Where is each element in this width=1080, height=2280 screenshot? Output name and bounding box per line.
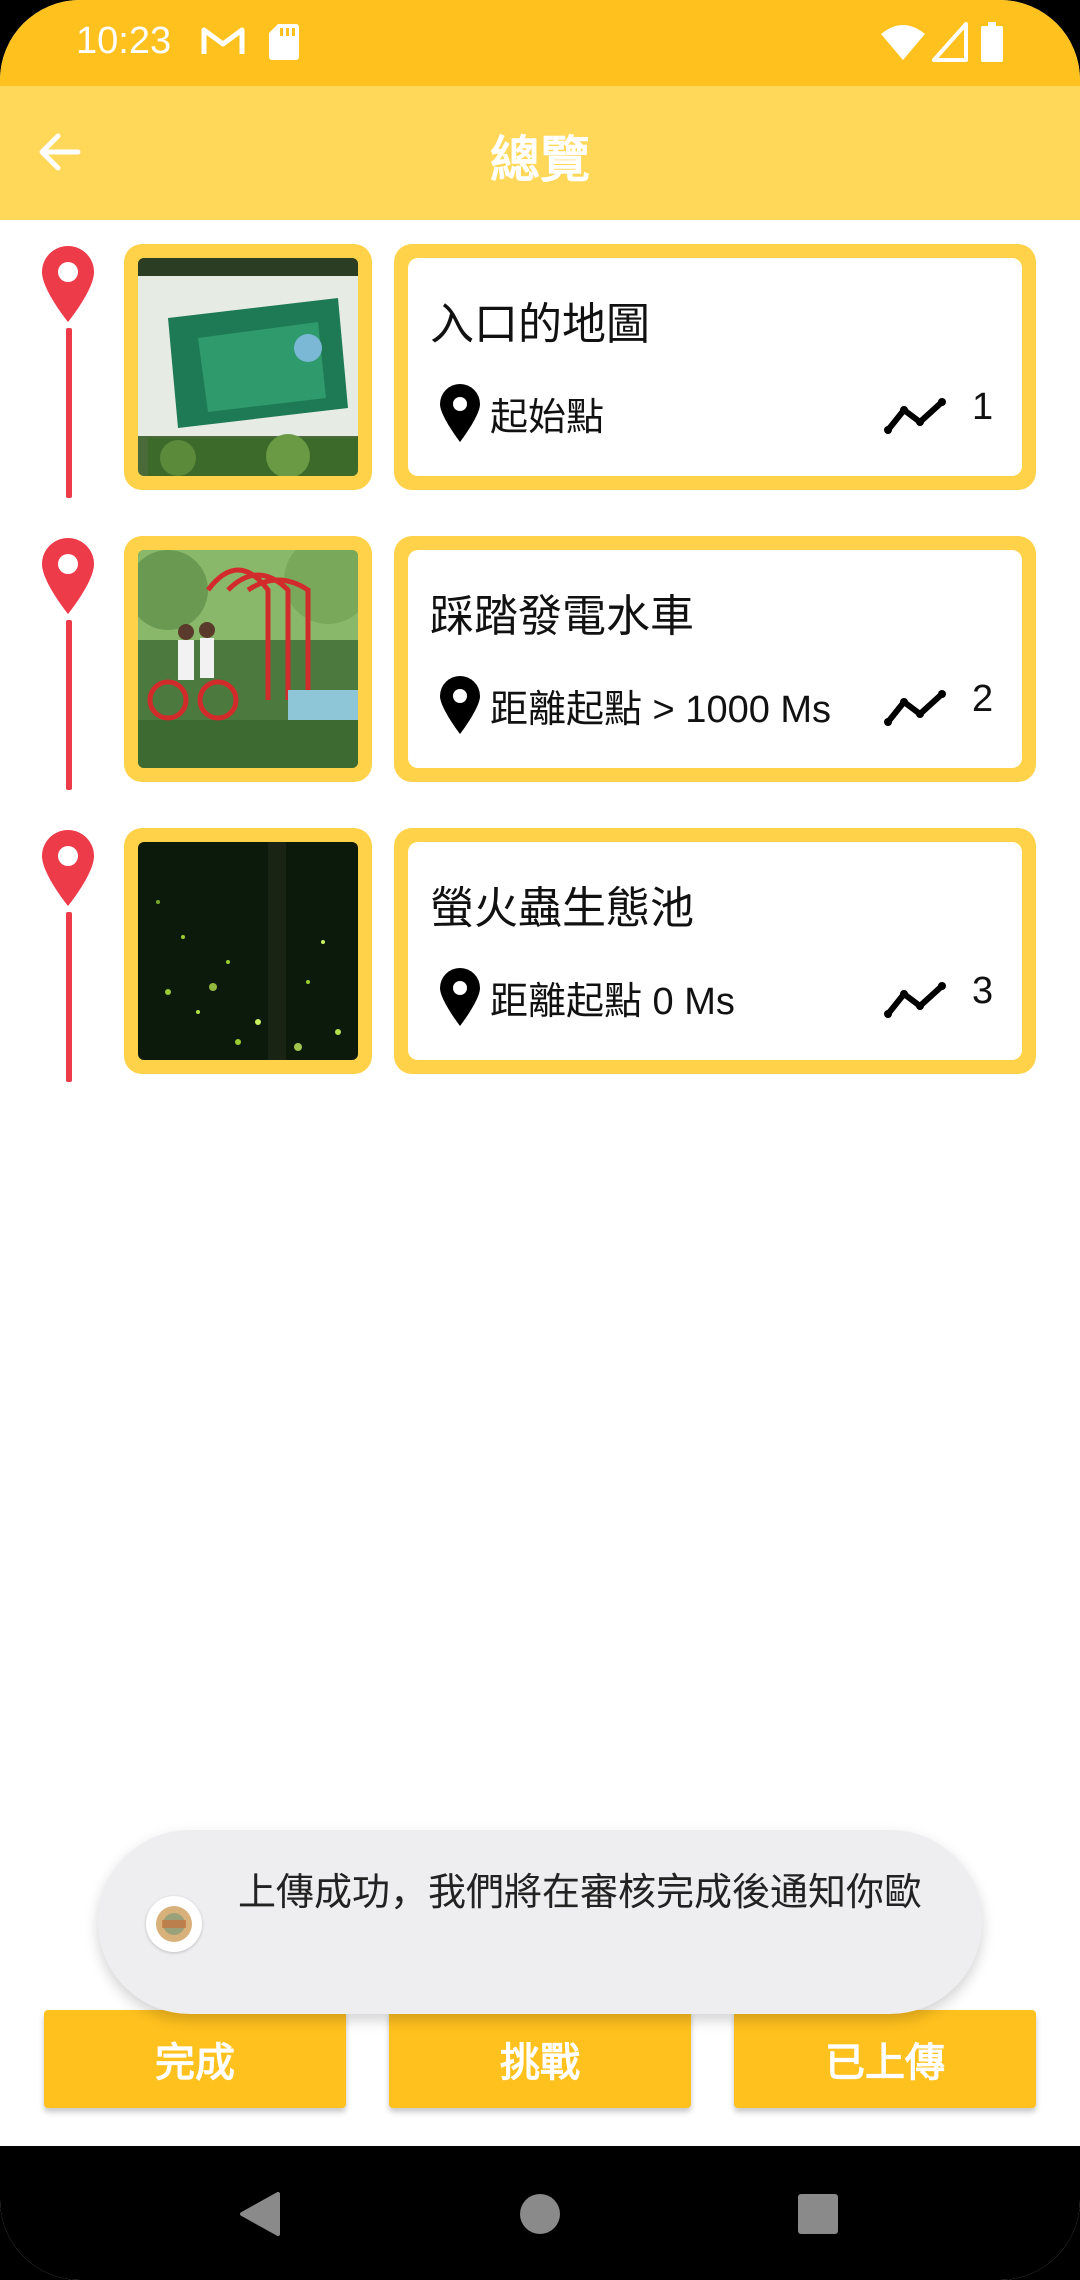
gmail-icon [201,27,245,54]
nav-recents-button[interactable] [786,2182,850,2246]
place-distance: 距離起點 0 Ms [490,981,735,1023]
place-order: 1 [972,386,994,428]
place-card-frame[interactable]: 入口的地圖 起始點 1 [394,244,1036,490]
map-pin-icon [42,246,94,322]
list-item[interactable]: 螢火蟲生態池 距離起點 0 Ms 3 [0,828,1080,1120]
timeline-line [66,328,72,498]
nav-back-button[interactable] [228,2182,292,2246]
place-distance: 距離起點 > 1000 Ms [490,689,832,731]
trending-icon [884,982,946,1018]
place-card-frame[interactable]: 螢火蟲生態池 距離起點 0 Ms 3 [394,828,1036,1074]
place-order: 3 [972,970,994,1012]
thumbnail-frame[interactable] [124,244,372,490]
screen: 10:23 總覽 入口的地圖 起始點 1 踩踏發電水車 距離起點 > 1000 … [0,0,1080,2280]
place-card[interactable]: 螢火蟲生態池 距離起點 0 Ms 3 [408,842,1022,1060]
timeline-marker [36,828,100,1088]
app-bar: 總覽 [0,86,1080,220]
timeline-line [66,620,72,790]
place-distance: 起始點 [490,397,605,439]
firefly-night-photo [138,842,358,1060]
trending-icon [884,398,946,434]
nav-home-button[interactable] [508,2182,572,2246]
list-item[interactable]: 入口的地圖 起始點 1 [0,244,1080,536]
timeline-line [66,912,72,1082]
back-triangle-icon [240,2192,280,2236]
place-card-frame[interactable]: 踩踏發電水車 距離起點 > 1000 Ms 2 [394,536,1036,782]
location-pin-icon [440,676,480,734]
uploaded-button[interactable]: 已上傳 [734,2010,1036,2108]
place-card[interactable]: 入口的地圖 起始點 1 [408,258,1022,476]
status-bar: 10:23 [0,0,1080,86]
toast: 上傳成功，我們將在審核完成後通知你歐 [98,1830,982,2014]
place-title: 螢火蟲生態池 [430,883,694,934]
navigation-bar [0,2146,1080,2280]
location-pin-icon [440,384,480,442]
park-map-photo [138,258,358,476]
pedal-bicycle-photo [138,550,358,768]
recents-square-icon [798,2194,838,2234]
timeline-marker [36,244,100,504]
battery-icon [981,22,1003,62]
map-pin-icon [42,830,94,906]
place-title: 入口的地圖 [430,299,650,350]
location-pin-icon [440,968,480,1026]
map-pin-icon [42,538,94,614]
thumbnail-frame[interactable] [124,536,372,782]
status-time: 10:23 [76,20,172,62]
complete-button[interactable]: 完成 [44,2010,346,2108]
place-order: 2 [972,678,994,720]
cellular-icon [932,22,968,62]
toast-message: 上傳成功，我們將在審核完成後通知你歐 [238,1870,923,1914]
page-title: 總覽 [490,131,590,189]
sd-card-icon [269,24,299,60]
place-title: 踩踏發電水車 [430,591,694,642]
timeline-marker [36,536,100,796]
challenge-button[interactable]: 挑戰 [389,2010,691,2108]
app-avatar-icon [146,1896,202,1952]
place-card[interactable]: 踩踏發電水車 距離起點 > 1000 Ms 2 [408,550,1022,768]
wifi-icon [881,25,925,60]
thumbnail-frame[interactable] [124,828,372,1074]
trending-icon [884,690,946,726]
list-item[interactable]: 踩踏發電水車 距離起點 > 1000 Ms 2 [0,536,1080,828]
home-circle-icon [520,2194,560,2234]
